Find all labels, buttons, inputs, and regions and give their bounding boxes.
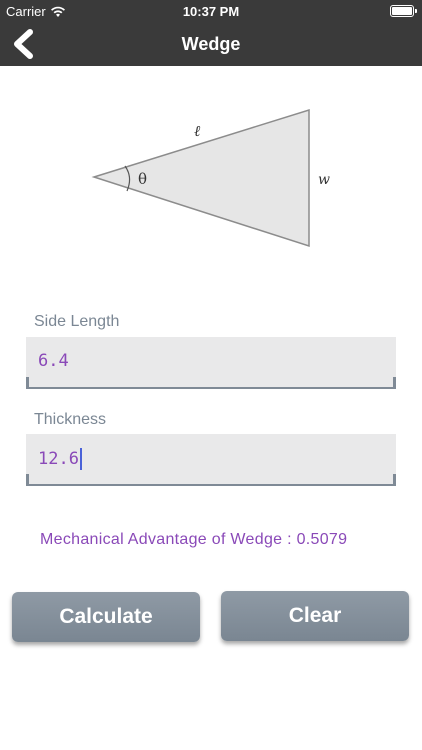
clear-button[interactable]: Clear [221,591,409,641]
status-bar: Carrier 10:37 PM [0,0,422,22]
side-length-label: Side Length [34,313,120,330]
calculate-button[interactable]: Calculate [12,592,200,642]
result-text: Mechanical Advantage of Wedge : 0.5079 [40,531,348,548]
page-title: Wedge [181,34,241,54]
text-caret [79,448,82,470]
status-time: 10:37 PM [182,4,240,19]
thickness-label: Thickness [34,411,107,428]
nav-bar: Wedge [0,22,422,66]
thickness-input[interactable]: 12.6 [26,434,396,486]
thickness-value-wrap: 12.6 [38,448,82,470]
wedge-diagram: θ ℓ w [91,108,330,248]
side-length-input[interactable]: 6.4 [26,337,396,389]
wedge-triangle [91,108,310,248]
width-label: w [318,172,330,188]
angle-label: θ [138,170,147,188]
battery-icon [390,5,417,17]
side-length-value: 6.4 [38,351,69,371]
length-label: ℓ [194,122,200,140]
thickness-value: 12.6 [38,449,79,469]
